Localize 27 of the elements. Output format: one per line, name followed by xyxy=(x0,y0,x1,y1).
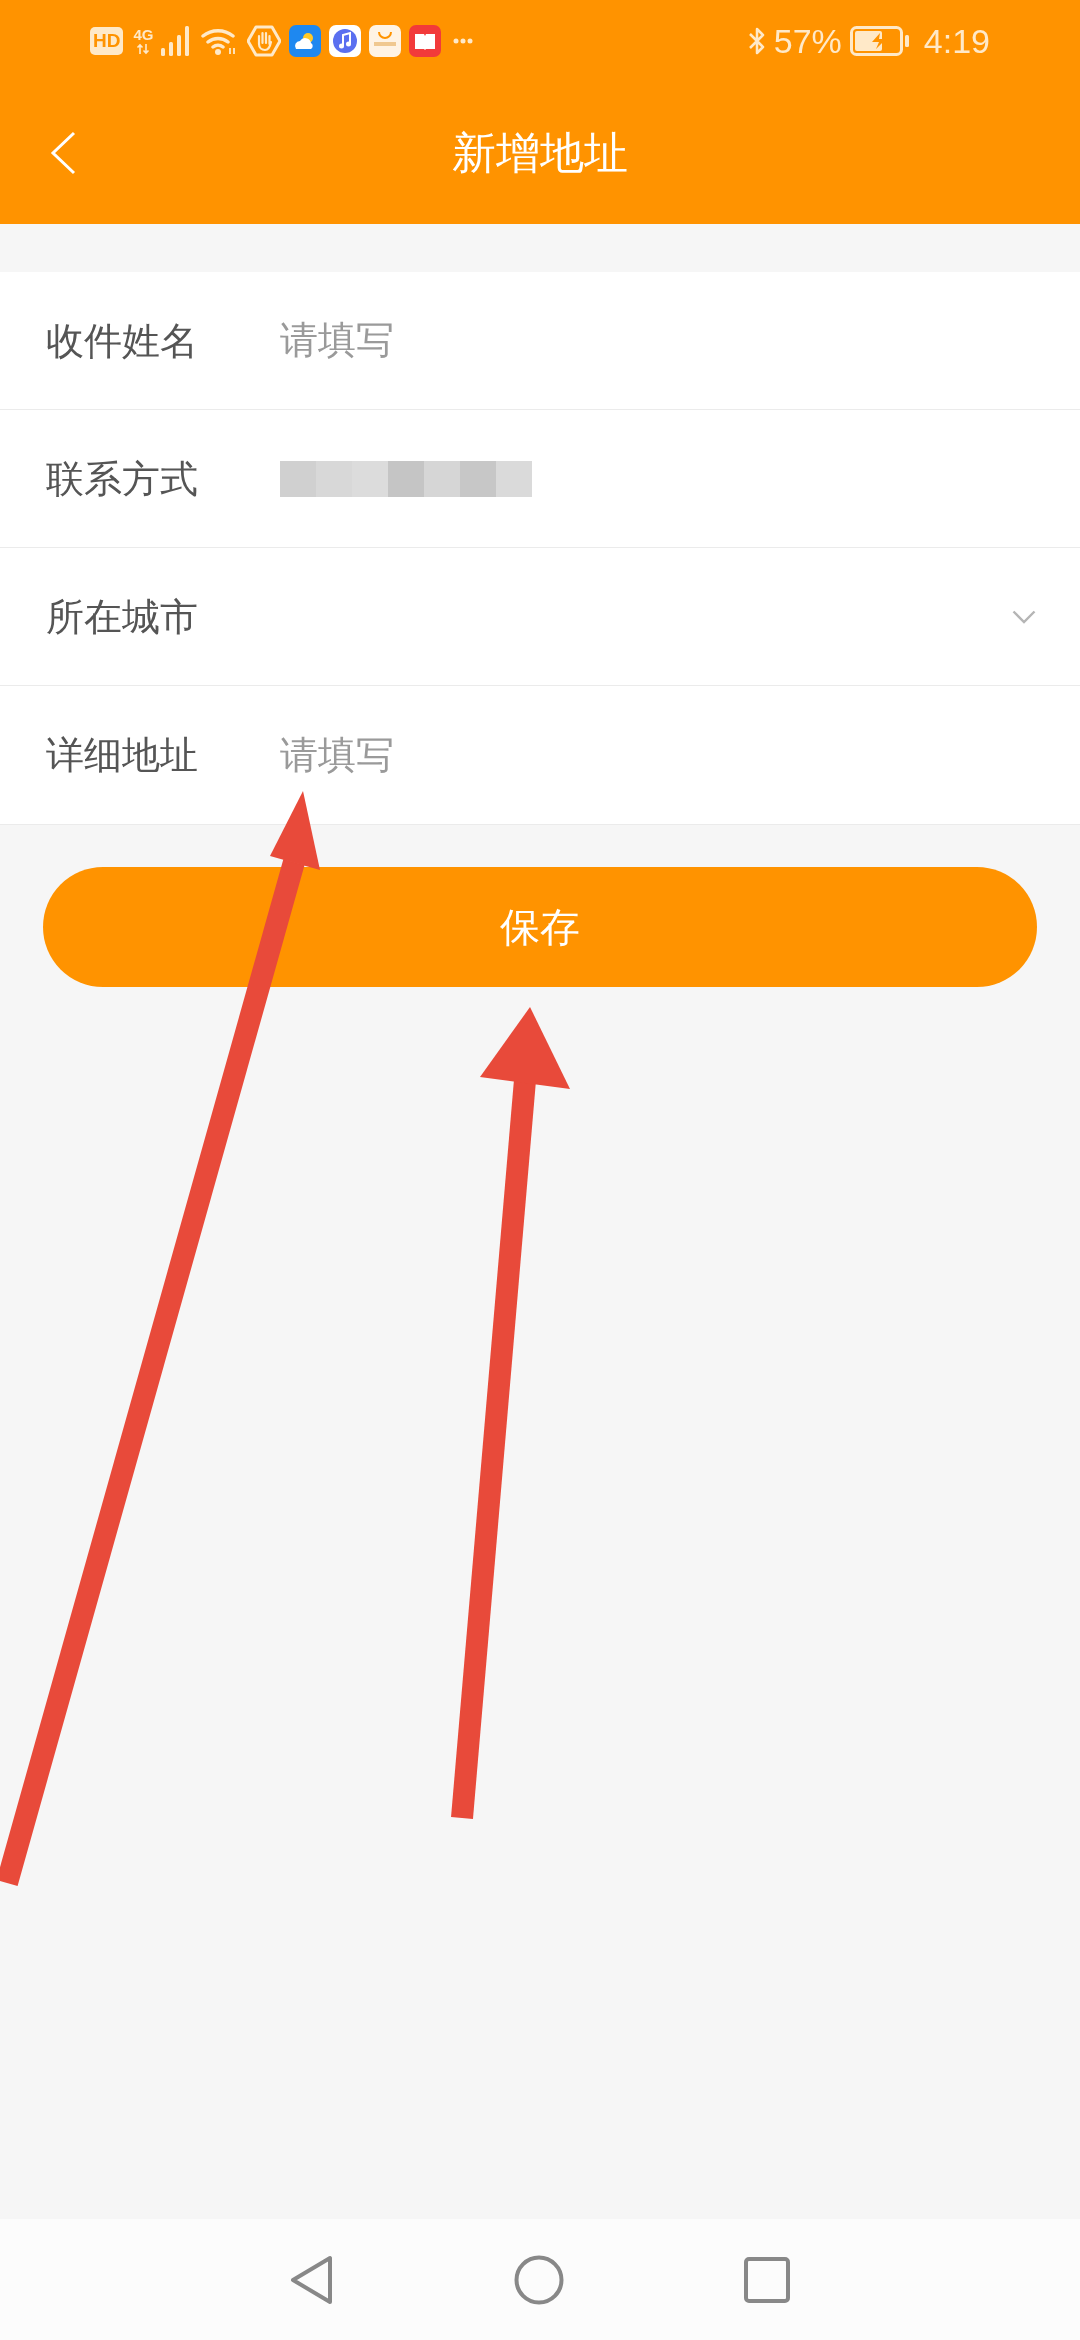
hand-icon xyxy=(247,25,282,57)
field-label: 收件姓名 xyxy=(46,321,199,360)
recent-apps-icon[interactable] xyxy=(744,2256,790,2303)
more-icon xyxy=(453,38,474,44)
charging-battery-icon xyxy=(849,26,910,56)
hd-badge: HD xyxy=(90,27,124,55)
weather-app-icon xyxy=(289,25,322,57)
bluetooth-icon xyxy=(747,25,766,57)
clock-time: 4:19 xyxy=(923,24,990,58)
page-title: 新增地址 xyxy=(452,131,628,175)
back-icon[interactable] xyxy=(50,131,76,175)
network-type: 4G xyxy=(133,27,154,43)
home-icon[interactable] xyxy=(514,2254,564,2305)
chevron-down-icon xyxy=(1012,609,1036,624)
music-app-icon xyxy=(329,25,362,57)
back-icon[interactable] xyxy=(290,2254,334,2305)
form-row[interactable]: 详细地址 请填写 xyxy=(0,686,1080,824)
field-label: 联系方式 xyxy=(46,459,199,498)
field-label: 详细地址 xyxy=(46,736,199,774)
book-app-icon xyxy=(409,25,442,57)
data-arrows-icon xyxy=(136,43,151,55)
battery-percent: 57% xyxy=(773,24,842,58)
form-row[interactable]: 联系方式 xyxy=(0,410,1080,548)
shopping-bag-app-icon xyxy=(369,25,402,57)
form-row[interactable]: 收件姓名 请填写 xyxy=(0,272,1080,410)
signal-icon xyxy=(161,26,190,56)
city-select[interactable]: 所在城市 xyxy=(0,548,1080,686)
